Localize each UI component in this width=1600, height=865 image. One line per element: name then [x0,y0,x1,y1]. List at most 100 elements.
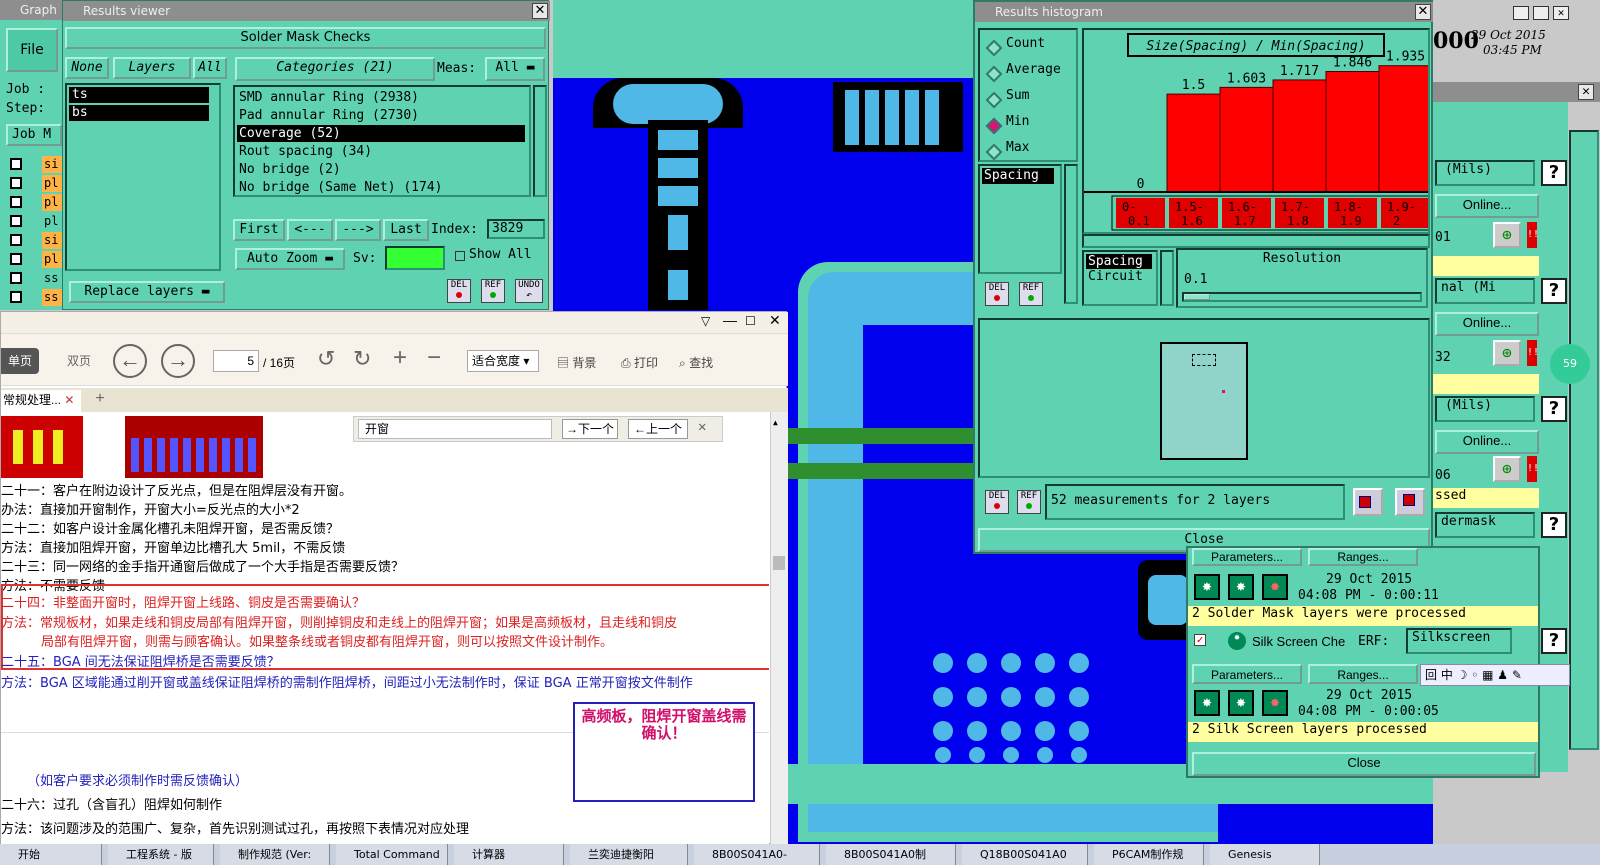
minimize-icon[interactable] [1513,6,1529,20]
circuit-item[interactable]: Circuit [1086,269,1154,284]
index-input[interactable]: 3829 [487,219,545,239]
layer-toggle-icon[interactable] [10,158,22,170]
undo-icon[interactable]: UNDO ↶ [515,279,543,303]
spacing-circuit-list[interactable]: Spacing Circuit [1082,250,1158,306]
category-item[interactable]: SMD annular Ring (2938) [237,89,525,106]
online-button-2[interactable]: Online... [1435,312,1539,336]
zoom-icon[interactable]: ⊕ [1493,222,1521,248]
stop-icon[interactable]: ✸ [1262,690,1288,716]
dropdown-icon[interactable]: ▽ [701,314,710,328]
zoom-in-icon[interactable]: + [393,344,407,372]
layer-toggle-icon[interactable] [10,291,22,303]
max-radio[interactable] [985,143,1003,161]
find-prev-button[interactable]: ←上一个 [628,419,688,439]
all-button[interactable]: All [193,57,227,79]
spacing-scrollbar[interactable] [1160,250,1174,306]
layer-toggle-icon[interactable] [10,253,22,265]
mils-field-2[interactable]: nal (Mi [1435,278,1535,304]
none-button[interactable]: None [65,57,109,79]
maximize-icon[interactable]: ☐ [745,314,756,328]
layer-toggle-icon[interactable] [10,215,22,227]
sum-radio[interactable] [985,91,1003,109]
parameters-button[interactable]: Parameters... [1192,548,1302,566]
maximize-icon[interactable] [1533,6,1549,20]
print-button[interactable]: ⎙ 打印 [621,354,658,371]
find-button[interactable]: ⌕ 查找 [679,354,713,371]
graph-layer-row[interactable]: pl [6,194,62,211]
graph-layer-row[interactable]: pl [6,251,62,268]
zoom-out-icon[interactable]: − [427,344,441,372]
file-menu[interactable]: File [6,28,58,72]
zoom-icon[interactable]: ⊕ [1493,340,1521,366]
run-icon[interactable]: ✸ [1194,574,1220,600]
next-button[interactable]: ---> [335,219,381,241]
parameters-button[interactable]: Parameters... [1192,664,1302,684]
del-icon[interactable]: DEL [985,282,1009,306]
graph-layer-row[interactable]: pl [6,175,62,192]
single-page-button[interactable]: 单页 [1,348,39,374]
category-item[interactable]: Rout spacing (34) [237,143,525,160]
spacing-list-item[interactable]: Spacing [982,168,1054,184]
layer-toggle-icon[interactable] [10,272,22,284]
pdf-scrollbar[interactable]: ▲ [770,412,788,845]
job-manager-button[interactable]: Job M [6,124,62,146]
mils-field-3[interactable]: (Mils) [1435,396,1535,422]
checks-close-button[interactable]: Close [1192,752,1536,776]
category-item[interactable]: No bridge (Same Net) (174) [237,179,525,196]
taskbar-item[interactable]: Q18B00S041A0 [962,844,1088,865]
sv-color-dropdown[interactable] [385,246,445,270]
layers-listbox[interactable]: ts bs [65,83,221,271]
help-icon[interactable]: ? [1541,396,1567,422]
double-page-button[interactable]: 双页 [43,348,101,374]
graph-layer-row[interactable]: pl [6,213,62,230]
measure-scrollbar[interactable] [1064,164,1078,304]
chart-scrollbar[interactable] [1082,234,1430,248]
prev-button[interactable]: <--- [287,219,333,241]
close-icon[interactable]: ✕ [698,419,706,435]
auto-zoom-dropdown[interactable]: Auto Zoom ▬ [235,248,345,270]
stop-icon[interactable]: ✸ [1262,574,1288,600]
search-input[interactable]: 开窗 [358,419,552,439]
next-page-icon[interactable]: → [161,344,195,378]
layer-toggle-icon[interactable] [10,234,22,246]
ref-icon[interactable]: REF [481,279,505,303]
help-icon[interactable]: ? [1541,628,1567,654]
graph-layer-row[interactable]: ss [6,289,62,306]
count-radio[interactable] [985,39,1003,57]
close-icon[interactable]: ✕ [769,312,781,329]
taskbar-item[interactable]: 工程系统 - 版 [108,844,214,865]
graph-layer-row[interactable]: si [6,156,62,173]
run-icon[interactable]: ✸ [1194,690,1220,716]
close-icon[interactable]: ✕ [1415,4,1431,20]
online-button-1[interactable]: Online... [1435,194,1539,218]
measure-listbox[interactable]: Spacing [978,164,1062,274]
help-icon[interactable]: ? [1541,512,1567,538]
show-all-checkbox[interactable] [455,251,465,261]
run-all-icon[interactable]: ✸ [1228,690,1254,716]
layer-toggle-icon[interactable] [10,177,22,189]
replace-layers-dropdown[interactable]: Replace layers ▬ [69,281,225,303]
layer-toggle-icon[interactable] [10,196,22,208]
category-item[interactable]: No bridge (2) [237,161,525,178]
preview-panel[interactable] [978,318,1430,478]
taskbar-item[interactable]: 8B00S041A0- [694,844,820,865]
resolution-slider[interactable] [1182,292,1422,302]
graph-layer-row[interactable]: si [6,232,62,249]
ranges-button[interactable]: Ranges... [1308,664,1418,684]
close-icon[interactable]: ✕ [1553,6,1569,20]
help-icon[interactable]: ? [1541,278,1567,304]
average-radio[interactable] [985,65,1003,83]
taskbar-item[interactable]: 8B00S041A0制 [826,844,956,865]
silk-check-checkbox[interactable]: ✓ [1194,634,1206,646]
report-icon[interactable] [1395,488,1425,516]
ranges-button[interactable]: Ranges... [1308,548,1418,566]
meas-dropdown[interactable]: All ▬ [485,57,545,81]
layers-button[interactable]: Layers [113,57,191,79]
background-button[interactable]: ▤ 背景 [557,354,596,371]
start-button[interactable]: 开始 [0,844,102,865]
rotate-left-icon[interactable]: ↺ [317,346,335,372]
del-icon[interactable]: DEL [447,279,471,303]
close-icon[interactable]: ✕ [532,3,548,19]
spacing-item[interactable]: Spacing [1086,254,1152,269]
taskbar-item[interactable]: Total Command [336,844,448,865]
